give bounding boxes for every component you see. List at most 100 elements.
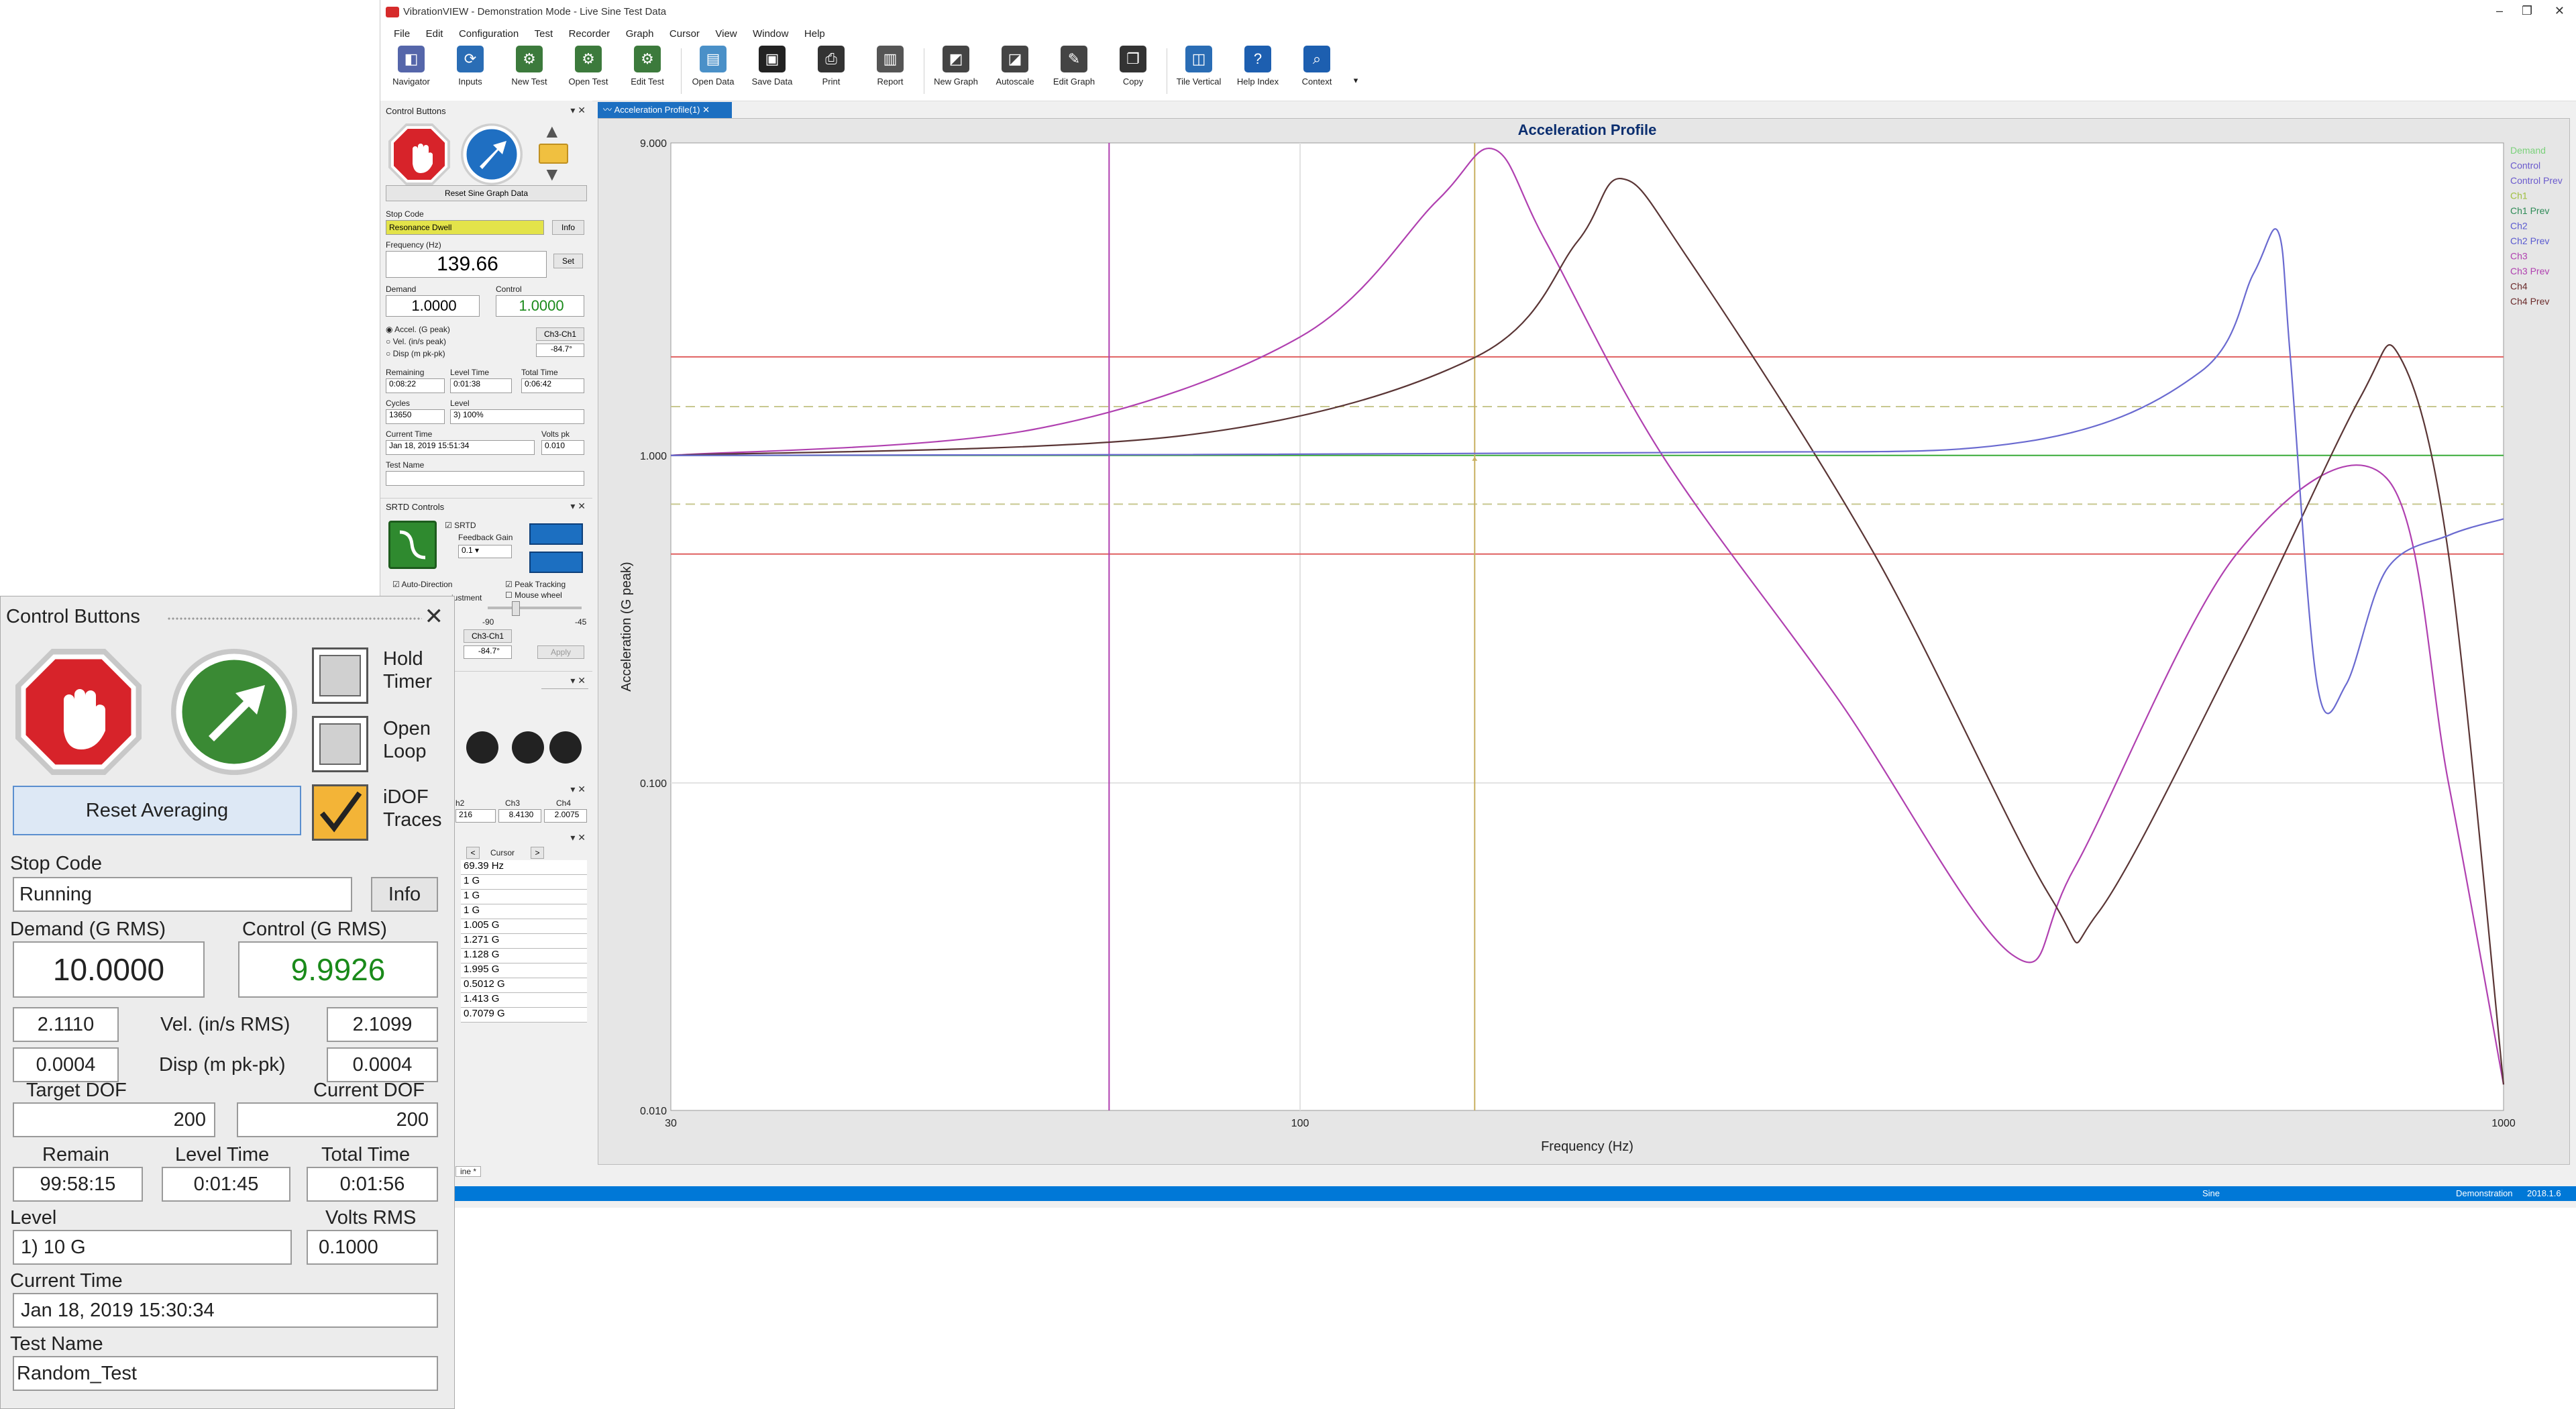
toolbar-edit-graph-button[interactable]: ✎ Edit Graph <box>1047 44 1101 87</box>
cursor-readout-row: 1.128 G <box>461 949 587 963</box>
channel-ratio-button[interactable]: Ch3-Ch1 <box>536 327 584 341</box>
control-field: 1.0000 <box>496 295 584 317</box>
channel-ratio-button-2[interactable]: Ch3-Ch1 <box>464 629 512 643</box>
graph-tab[interactable]: 〰 Acceleration Profile(1) ✕ <box>598 102 732 118</box>
toolbar-tile-vertical-button[interactable]: ◫ Tile Vertical <box>1172 44 1226 87</box>
toolbar-open-data-button[interactable]: ▤ Open Data <box>686 44 740 87</box>
inputs-icon: ⟳ <box>457 46 484 72</box>
start-button[interactable] <box>460 122 524 187</box>
cursor-next-button[interactable]: > <box>531 847 544 859</box>
legend-entry: Ch4 <box>2510 281 2528 292</box>
current-dof-field: 200 <box>237 1102 438 1137</box>
document-tab[interactable]: ine * <box>455 1166 482 1177</box>
toolbar-inputs-button[interactable]: ⟳ Inputs <box>443 44 497 87</box>
gain-select[interactable]: 0.1 ▾ <box>458 545 512 558</box>
phase-slider[interactable] <box>488 607 582 609</box>
adjustment-label: justment <box>451 593 482 603</box>
y-tick-label: 9.000 <box>640 138 667 150</box>
set-button[interactable]: Set <box>553 254 583 268</box>
toolbar-separator <box>681 48 682 94</box>
info-button[interactable]: Info <box>552 220 584 235</box>
hold-timer-checkbox[interactable] <box>312 647 368 704</box>
panel-grip[interactable] <box>167 617 422 621</box>
peak-tracking-label: Peak Tracking <box>515 580 566 589</box>
cursor-readout-row: 1.271 G <box>461 934 587 949</box>
ch3-value: 8.4130 <box>498 809 541 823</box>
menu-configuration[interactable]: Configuration <box>459 28 519 40</box>
toolbar-save-data-button[interactable]: ▣ Save Data <box>745 44 799 87</box>
settings-button[interactable] <box>549 731 582 764</box>
stop-button-large[interactable] <box>13 646 144 778</box>
current-dof-label: Current DOF <box>313 1080 425 1101</box>
target-dof-field[interactable]: 200 <box>13 1102 215 1137</box>
x-tick-label: 30 <box>665 1118 677 1129</box>
maximize-button[interactable]: ❐ <box>2522 4 2532 18</box>
info-button[interactable]: Info <box>371 877 438 912</box>
toolbar-overflow-button[interactable]: ▾ <box>1349 75 1362 86</box>
menu-cursor[interactable]: Cursor <box>669 28 700 40</box>
reset-sine-graph-button[interactable]: Reset Sine Graph Data <box>386 185 587 201</box>
toolbar-print-button[interactable]: ⎙ Print <box>804 44 858 87</box>
srtd-checkbox[interactable]: ☑ SRTD <box>445 521 476 530</box>
panel-close-icon[interactable]: ✕ <box>425 603 444 630</box>
minimize-button[interactable]: – <box>2496 4 2503 18</box>
radio-accel[interactable]: ◉ Accel. (G peak) <box>386 325 450 334</box>
panel3-pin-close[interactable]: ▾ ✕ <box>570 675 586 686</box>
menu-help[interactable]: Help <box>804 28 825 40</box>
menu-edit[interactable]: Edit <box>426 28 443 40</box>
record-button[interactable] <box>512 731 544 764</box>
peak-tracking-checkbox[interactable]: ☑ Peak Tracking <box>505 580 566 589</box>
copy-icon: ❐ <box>1120 46 1146 72</box>
srtd-curve-icon[interactable] <box>388 521 437 569</box>
current-time-label: Current Time <box>386 429 433 439</box>
step-down-icon[interactable]: ▼ <box>543 164 561 185</box>
radio-vel[interactable]: ○ Vel. (in/s peak) <box>386 337 446 346</box>
close-button[interactable]: ✕ <box>2555 4 2565 18</box>
menu-window[interactable]: Window <box>753 28 788 40</box>
apply-button[interactable]: Apply <box>537 645 584 659</box>
menu-view[interactable]: View <box>715 28 737 40</box>
step-up-icon[interactable]: ▲ <box>543 121 561 142</box>
srtd-sweep-button[interactable] <box>529 523 583 545</box>
toolbar-copy-button[interactable]: ❐ Copy <box>1106 44 1160 87</box>
idof-traces-checkbox[interactable] <box>312 784 368 841</box>
hold-icon[interactable] <box>539 144 568 164</box>
disp-demand-field: 0.0004 <box>13 1047 119 1082</box>
start-button-large[interactable] <box>168 646 300 778</box>
toolbar-open-test-button[interactable]: ⚙ Open Test <box>561 44 615 87</box>
radio-accel-label: Accel. (G peak) <box>394 325 450 334</box>
menu-recorder[interactable]: Recorder <box>569 28 610 40</box>
toolbar-context-button[interactable]: ⌕ Context <box>1290 44 1344 87</box>
srtd-pin-close[interactable]: ▾ ✕ <box>570 501 586 512</box>
toolbar-new-graph-button[interactable]: ◩ New Graph <box>929 44 983 87</box>
cursor-prev-button[interactable]: < <box>466 847 480 859</box>
cycles-field: 13650 <box>386 409 445 424</box>
target-button[interactable] <box>466 731 498 764</box>
reset-averaging-button[interactable]: Reset Averaging <box>13 786 301 835</box>
stop-button[interactable] <box>387 122 451 187</box>
frequency-field[interactable]: 139.66 <box>386 251 547 278</box>
toolbar-edit-test-button[interactable]: ⚙ Edit Test <box>621 44 674 87</box>
toolbar-autoscale-button[interactable]: ◪ Autoscale <box>988 44 1042 87</box>
phase-slider-thumb[interactable] <box>512 601 520 616</box>
edit-graph-icon: ✎ <box>1061 46 1087 72</box>
ch2-value: 216 <box>455 809 496 823</box>
toolbar-help-index-button[interactable]: ? Help Index <box>1231 44 1285 87</box>
radio-disp[interactable]: ○ Disp (m pk-pk) <box>386 349 445 358</box>
srtd-track-button[interactable] <box>529 552 583 573</box>
dock-pin-close[interactable]: ▾ ✕ <box>570 105 586 116</box>
panel4-pin-close[interactable]: ▾ ✕ <box>570 784 586 795</box>
panel5-pin-close[interactable]: ▾ ✕ <box>570 832 586 843</box>
menu-file[interactable]: File <box>394 28 410 40</box>
graph-frame: Acceleration Profile 30 100 1000 9.000 1.000 0… <box>598 118 2570 1165</box>
toolbar-report-button[interactable]: ▥ Report <box>863 44 917 87</box>
mouse-wheel-checkbox[interactable]: ☐ Mouse wheel <box>505 590 562 600</box>
acceleration-profile-chart[interactable]: Acceleration Profile 30 100 1000 9.000 1.000 0… <box>598 119 2569 1164</box>
toolbar-new-test-button[interactable]: ⚙ New Test <box>502 44 556 87</box>
menu-graph[interactable]: Graph <box>626 28 654 40</box>
open-loop-checkbox[interactable] <box>312 716 368 772</box>
hold-timer-label: Hold Timer <box>383 648 433 692</box>
toolbar-navigator-button[interactable]: ◧ Navigator <box>384 44 438 87</box>
auto-direction-checkbox[interactable]: ☑ Auto-Direction <box>392 580 452 589</box>
menu-test[interactable]: Test <box>535 28 553 40</box>
